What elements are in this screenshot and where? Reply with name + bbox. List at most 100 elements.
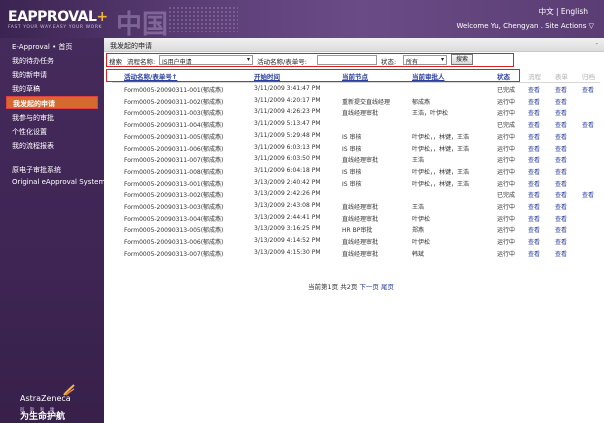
view-form-link[interactable]: 查看 <box>555 214 567 223</box>
view-archive-link[interactable]: 查看 <box>582 120 594 129</box>
view-form-link[interactable]: 查看 <box>555 179 567 188</box>
brand-slogan: 为生命护航 <box>20 412 66 422</box>
cell-form-name[interactable]: Form0005-20090313-002(郁成燕) <box>124 190 223 199</box>
cell-current-approver: 叶伊松，，林键，王浩 <box>412 145 470 153</box>
view-process-link[interactable]: 查看 <box>528 214 540 223</box>
view-form-link[interactable]: 查看 <box>555 225 567 234</box>
column-header-name[interactable]: 活动名称/表单号↑ <box>124 71 177 81</box>
view-form-link[interactable]: 查看 <box>555 202 567 211</box>
sidebar-item-legacy-system-cn[interactable]: 原电子审批系统 <box>12 165 61 175</box>
sidebar-item-legacy-system-en[interactable]: Original eApproval System <box>12 178 105 186</box>
cell-form-name[interactable]: Form0005-20090311-001(郁成燕) <box>124 85 223 94</box>
page-title: 我发起的申请 <box>110 42 152 50</box>
view-process-link[interactable]: 查看 <box>528 190 540 199</box>
top-header: EAPPROVAL+ FAST YOUR WAY.EASY YOUR WORK … <box>0 0 604 40</box>
view-process-link[interactable]: 查看 <box>528 120 540 129</box>
view-form-link[interactable]: 查看 <box>555 190 567 199</box>
view-form-link[interactable]: 查看 <box>555 249 567 258</box>
sidebar-item-process-reports[interactable]: 我的流程报表 <box>12 141 54 151</box>
pagination: 当前第1页 共2页 下一页 尾页 <box>308 281 394 291</box>
cell-form-name[interactable]: Form0005-20090311-003(郁成燕) <box>124 108 223 117</box>
column-header-current-node[interactable]: 当前节点 <box>342 71 368 81</box>
status-value: 所有 <box>406 59 419 66</box>
view-form-link[interactable]: 查看 <box>555 132 567 141</box>
view-process-link[interactable]: 查看 <box>528 167 540 176</box>
view-process-link[interactable]: 查看 <box>528 202 540 211</box>
process-name-label: 流程名称: <box>127 58 156 66</box>
cell-form-name[interactable]: Form0005-20090311-007(郁成燕) <box>124 155 223 164</box>
cell-status: 运行中 <box>497 180 516 188</box>
cell-form-name[interactable]: Form0005-20090313-004(郁成燕) <box>124 214 223 223</box>
cell-form-name[interactable]: Form0005-20090311-005(郁成燕) <box>124 132 223 141</box>
view-process-link[interactable]: 查看 <box>528 225 540 234</box>
cell-form-name[interactable]: Form0005-20090311-002(郁成燕) <box>124 97 223 106</box>
cell-form-name[interactable]: Form0005-20090313-001(郁成燕) <box>124 179 223 188</box>
column-header-archive: 归档 <box>582 73 595 81</box>
view-form-link[interactable]: 查看 <box>555 237 567 246</box>
cell-form-name[interactable]: Form0005-20090313-006(郁成燕) <box>124 237 223 246</box>
column-header-start-time[interactable]: 开始时间 <box>254 71 280 81</box>
view-archive-link[interactable]: 查看 <box>582 190 594 199</box>
main-content: 我发起的申请 - 搜索 流程名称: IS用户申请 ▾ 活动名称/表单号: 状态:… <box>104 38 604 423</box>
view-process-link[interactable]: 查看 <box>528 179 540 188</box>
cell-form-name[interactable]: Form0005-20090311-008(郁成燕) <box>124 167 223 176</box>
view-process-link[interactable]: 查看 <box>528 237 540 246</box>
table-row: Form0005-20090311-006(郁成燕) 3/11/2009 6:03… <box>104 144 604 155</box>
next-page-link[interactable]: 下一页 <box>359 283 379 291</box>
sidebar-item-my-tasks[interactable]: 我的待办任务 <box>12 56 54 66</box>
lang-english-link[interactable]: English <box>561 7 588 16</box>
view-form-link[interactable]: 查看 <box>555 155 567 164</box>
view-form-link[interactable]: 查看 <box>555 97 567 106</box>
site-actions-menu[interactable]: . Site Actions ▽ <box>541 22 594 30</box>
view-process-link[interactable]: 查看 <box>528 144 540 153</box>
sidebar-item-drafts[interactable]: 我的草稿 <box>12 84 40 94</box>
cell-start-time: 3/13/2009 2:40:42 PM <box>254 178 321 186</box>
cell-form-name[interactable]: Form0005-20090311-004(郁成燕) <box>124 120 223 129</box>
activity-name-label: 活动名称/表单号: <box>257 58 307 66</box>
collapse-button[interactable]: - <box>595 40 598 48</box>
last-page-link[interactable]: 尾页 <box>381 283 394 291</box>
sidebar-item-new-request[interactable]: 我的新申请 <box>12 70 47 80</box>
logo-slogan: FAST YOUR WAY.EASY YOUR WORK <box>8 25 103 30</box>
cell-current-node: IS 审核 <box>342 145 362 153</box>
process-name-select[interactable]: IS用户申请 ▾ <box>159 55 253 66</box>
cell-start-time: 3/11/2009 6:03:50 PM <box>254 155 321 163</box>
search-button[interactable]: 搜索 <box>451 54 473 65</box>
view-form-link[interactable]: 查看 <box>555 167 567 176</box>
sidebar-item-home[interactable]: E-Approval • 首页 <box>12 42 72 52</box>
cell-start-time: 3/11/2009 4:26:23 PM <box>254 108 321 116</box>
cell-form-name[interactable]: Form0005-20090313-003(郁成燕) <box>124 202 223 211</box>
view-form-link[interactable]: 查看 <box>555 85 567 94</box>
welcome-text: Welcome Yu, Chengyan <box>456 22 539 30</box>
cell-form-name[interactable]: Form0005-20090313-005(郁成燕) <box>124 225 223 234</box>
eapproval-logo[interactable]: EAPPROVAL+ <box>8 9 108 25</box>
column-header-current-approver[interactable]: 当前审批人 <box>412 71 445 81</box>
column-header-status[interactable]: 状态 <box>497 71 510 81</box>
table-row: Form0005-20090311-001(郁成燕) 3/11/2009 3:41… <box>104 85 604 96</box>
view-form-link[interactable]: 查看 <box>555 120 567 129</box>
view-process-link[interactable]: 查看 <box>528 155 540 164</box>
chevron-down-icon: ▾ <box>246 56 250 63</box>
table-row: Form0005-20090311-003(郁成燕) 3/11/2009 4:26… <box>104 108 604 119</box>
activity-name-input[interactable] <box>317 55 377 65</box>
view-form-link[interactable]: 查看 <box>555 108 567 117</box>
view-process-link[interactable]: 查看 <box>528 108 540 117</box>
cell-start-time: 3/13/2009 2:44:41 PM <box>254 213 321 221</box>
cell-form-name[interactable]: Form0005-20090311-006(郁成燕) <box>124 144 223 153</box>
view-archive-link[interactable]: 查看 <box>582 85 594 94</box>
cell-current-node: IS 审核 <box>342 133 362 141</box>
sidebar-item-my-submitted[interactable]: 我发起的申请 <box>6 96 98 109</box>
cell-current-approver: 韩斌 <box>412 250 425 258</box>
dot-pattern-decoration <box>168 6 238 32</box>
view-process-link[interactable]: 查看 <box>528 249 540 258</box>
view-process-link[interactable]: 查看 <box>528 97 540 106</box>
lang-chinese-link[interactable]: 中文 <box>539 7 554 16</box>
view-process-link[interactable]: 查看 <box>528 132 540 141</box>
cell-start-time: 3/13/2009 4:15:30 PM <box>254 248 321 256</box>
sidebar-item-personal-settings[interactable]: 个性化设置 <box>12 127 47 137</box>
cell-form-name[interactable]: Form0005-20090313-007(郁成燕) <box>124 249 223 258</box>
sidebar-item-participated[interactable]: 我参与的审批 <box>12 113 54 123</box>
view-form-link[interactable]: 查看 <box>555 144 567 153</box>
view-process-link[interactable]: 查看 <box>528 85 540 94</box>
status-select[interactable]: 所有 ▾ <box>403 55 447 66</box>
